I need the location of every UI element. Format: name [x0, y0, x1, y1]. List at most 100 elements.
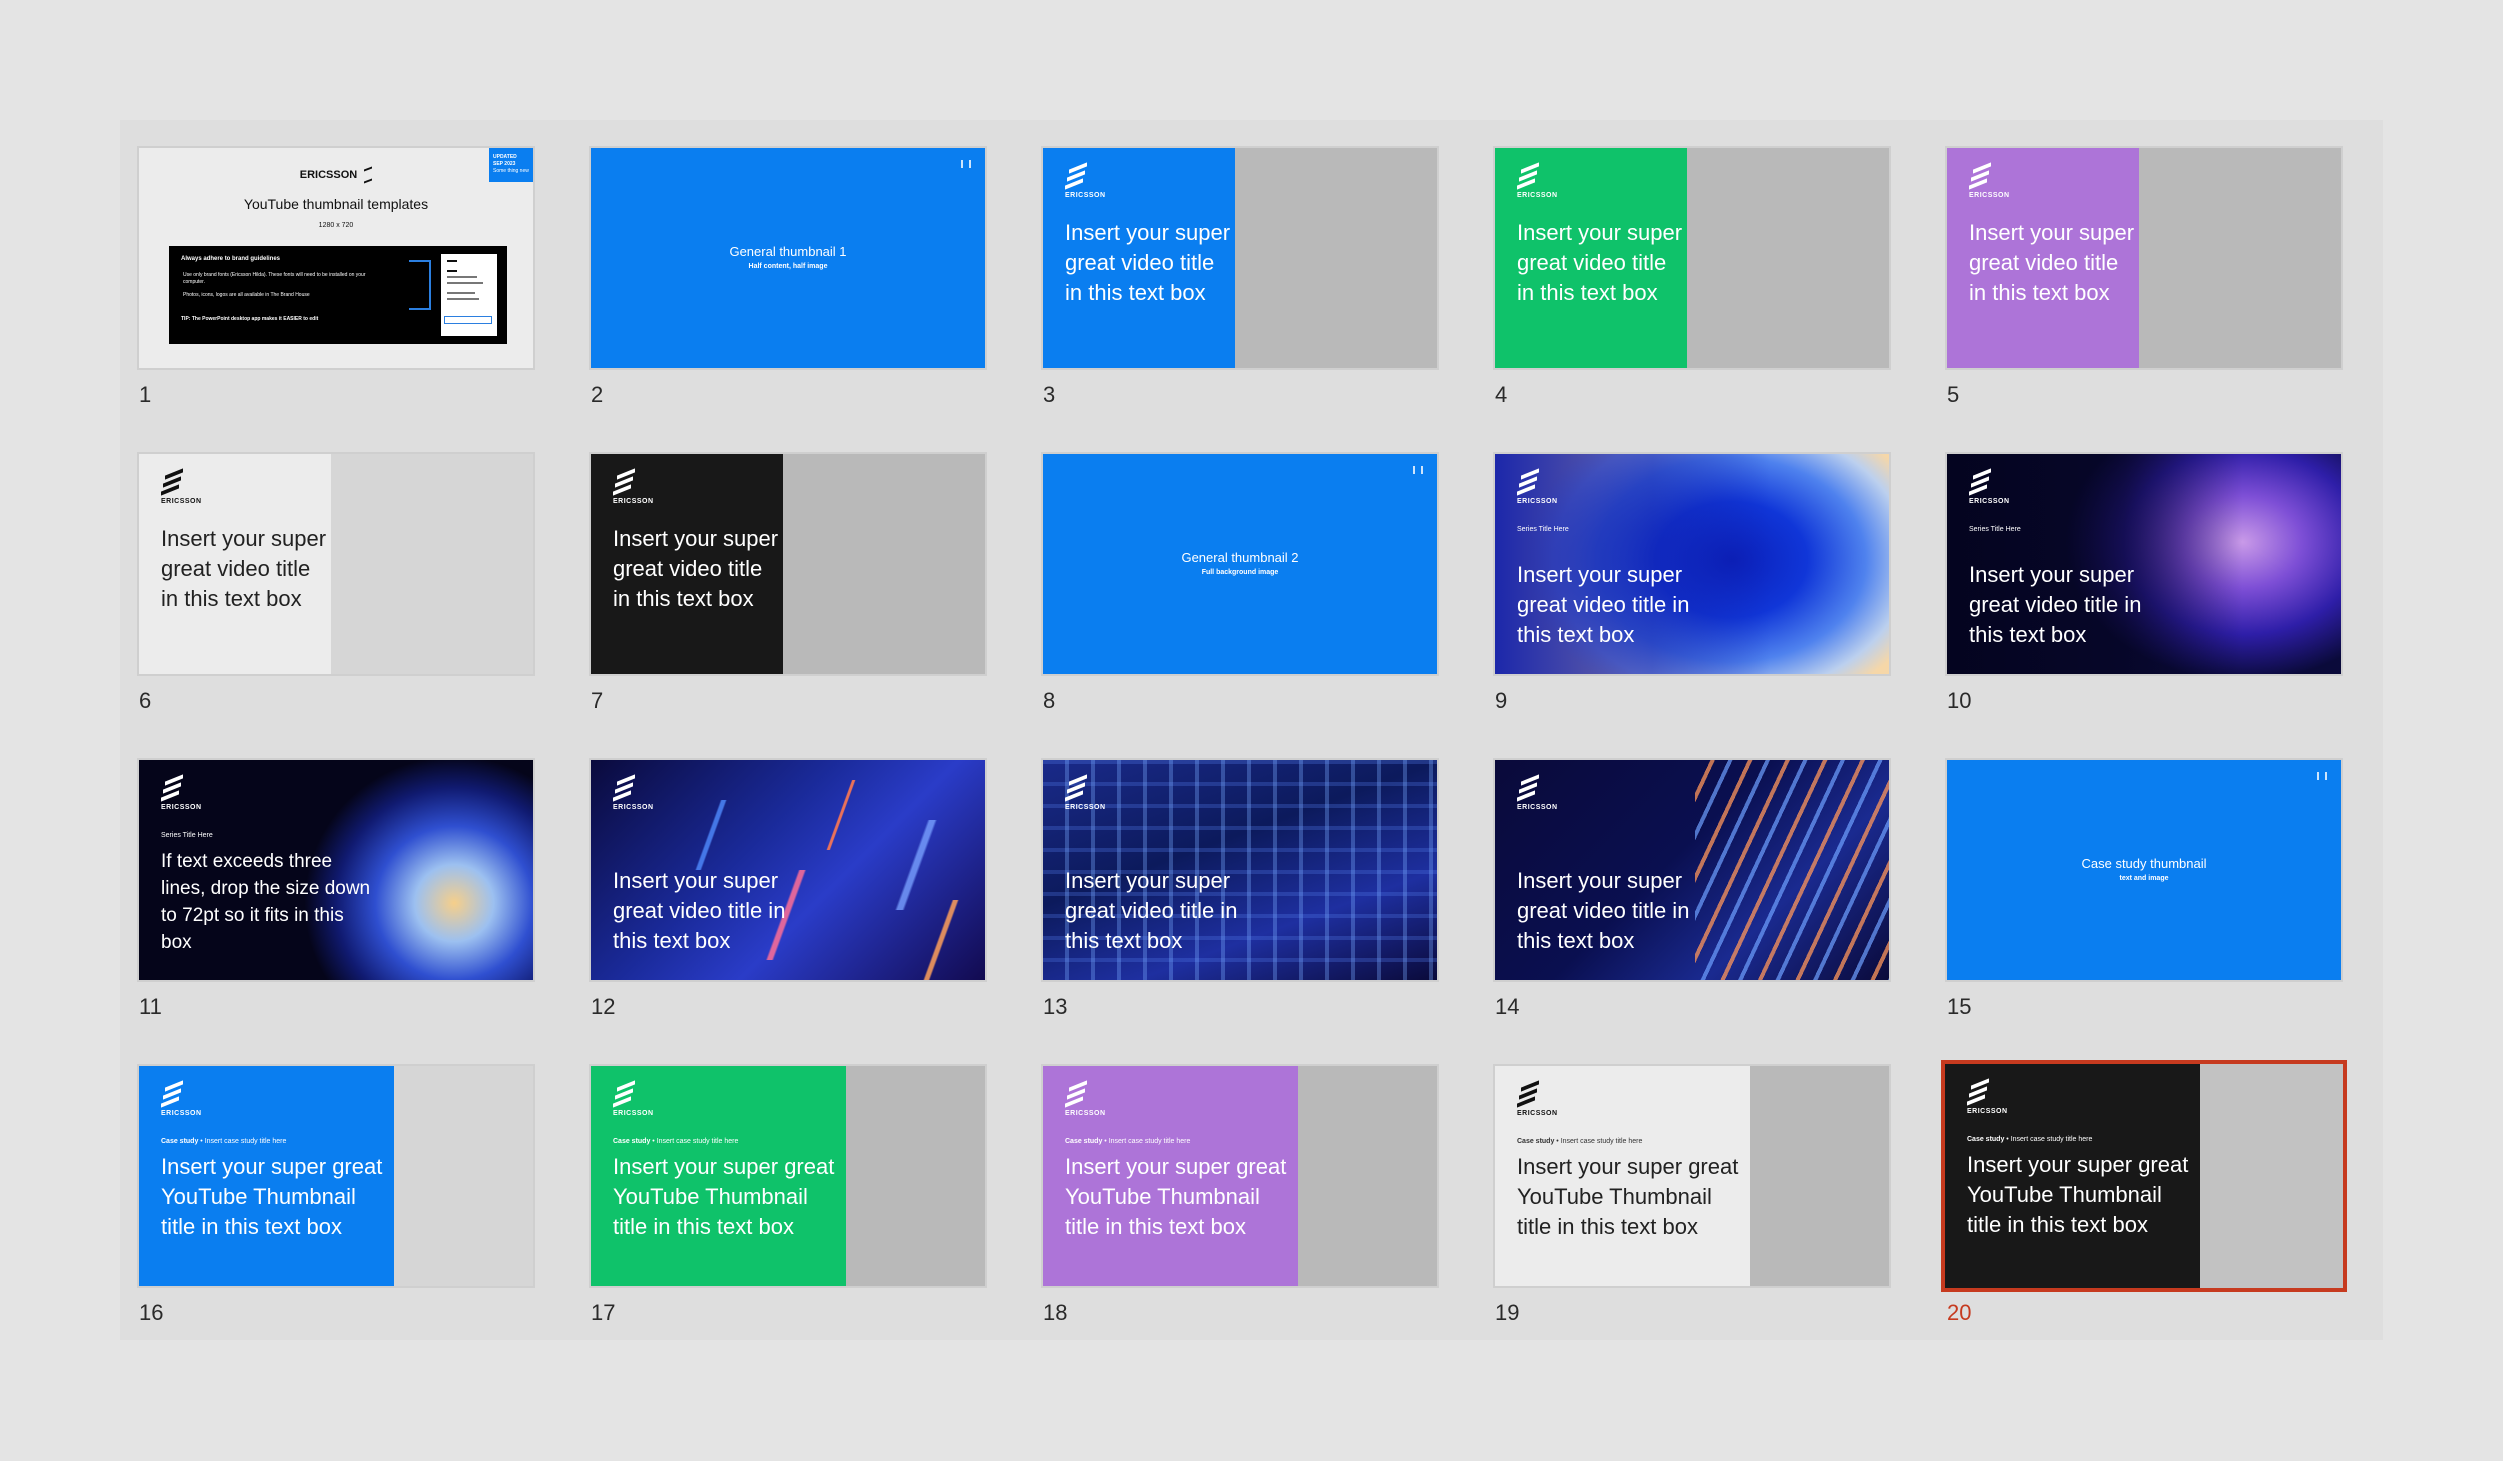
slide-title: Insert your super great YouTube Thumbnai…	[161, 1154, 383, 1239]
text-line	[447, 292, 475, 294]
slide-thumbnail[interactable]: ERICSSON Insert your super great video t…	[1945, 146, 2343, 370]
text-panel: ERICSSON Insert your super great video t…	[139, 454, 331, 674]
slide-thumbnail[interactable]: ERICSSON Case study • Insert case study …	[1493, 1064, 1891, 1288]
ericsson-logo-icon: ERICSSON	[613, 468, 653, 505]
slide-number: 14	[1495, 994, 1520, 1019]
slide-thumbnail[interactable]: ERICSSON Case study • Insert case study …	[1041, 1064, 1439, 1288]
ericsson-logo-icon	[447, 260, 457, 272]
cover-size: 1280 x 720	[318, 222, 354, 229]
ericsson-logo-icon: ERICSSON	[161, 774, 201, 811]
series-title: Series Title Here	[1517, 526, 1569, 533]
ericsson-logo-icon: ERICSSON	[1065, 162, 1105, 199]
ericsson-logo-icon: ERICSSON	[1517, 1080, 1557, 1117]
slide-title: If text exceeds three lines, drop the si…	[161, 851, 371, 953]
case-line: Case study • Insert case study title her…	[1065, 1138, 1191, 1145]
ericsson-logo-icon: ERICSSON	[1065, 774, 1105, 811]
slide-thumbnail[interactable]: ERICSSON Insert your super great video t…	[1493, 758, 1891, 982]
center-title: Case study thumbnail	[2081, 856, 2207, 871]
slide-thumbnail[interactable]: ERICSSON Insert your super great video t…	[1041, 146, 1439, 370]
slide-number: 12	[591, 994, 616, 1019]
slide-thumbnail[interactable]: ERICSSON Series Title Here Insert your s…	[1493, 452, 1891, 676]
slide-thumbnail[interactable]: ERICSSON Series Title Here Insert your s…	[1945, 452, 2343, 676]
slide-title: Insert your super great video title in t…	[613, 868, 786, 953]
slide-sorter: UPDATED SEP 2023 Some thing new ERICSSON…	[120, 120, 2383, 1340]
case-line: Case study • Insert case study title her…	[613, 1138, 739, 1145]
ericsson-logo-icon	[364, 166, 373, 184]
text-panel: ERICSSON Insert your super great video t…	[591, 454, 783, 674]
slide-thumbnail[interactable]: Case study thumbnail text and image	[1945, 758, 2343, 982]
slide-title: Insert your super great video title in t…	[613, 526, 779, 611]
slide-title: Insert your super great video title in t…	[1969, 562, 2142, 647]
corner-mark-icon	[961, 160, 971, 168]
slide-number: 19	[1495, 1300, 1520, 1325]
slide-thumbnail[interactable]: ERICSSON Insert your super great video t…	[1493, 146, 1891, 370]
brand-text: ERICSSON	[299, 168, 358, 181]
slide-number: 11	[139, 994, 162, 1019]
ericsson-logo-icon: ERICSSON	[1517, 162, 1557, 199]
text-panel: ERICSSON Case study • Insert case study …	[1945, 1064, 2200, 1288]
slide-thumbnail[interactable]: General thumbnail 2 Full background imag…	[1041, 452, 1439, 676]
slide-thumbnail[interactable]: ERICSSON Insert your super great video t…	[589, 758, 987, 982]
text-panel: ERICSSON Case study • Insert case study …	[591, 1066, 846, 1286]
case-line: Case study • Insert case study title her…	[1517, 1138, 1643, 1145]
center-title: General thumbnail 2	[1181, 550, 1299, 565]
ericsson-logo-icon: ERICSSON	[161, 1080, 201, 1117]
case-line: Case study • Insert case study title her…	[161, 1138, 287, 1145]
center-title: General thumbnail 1	[729, 244, 847, 259]
series-title: Series Title Here	[1969, 526, 2021, 533]
text-panel: ERICSSON Case study • Insert case study …	[1043, 1066, 1298, 1286]
badge-line: UPDATED	[493, 154, 517, 160]
slide-number: 6	[139, 688, 152, 713]
center-subtitle: Half content, half image	[748, 263, 828, 270]
slide-thumbnail[interactable]: General thumbnail 1 Half content, half i…	[589, 146, 987, 370]
slide-number: 7	[591, 688, 604, 713]
slide-title: Insert your super great video title in t…	[1065, 220, 1231, 305]
highlight-box	[444, 316, 492, 324]
slide-thumbnail[interactable]: ERICSSON Case study • Insert case study …	[137, 1064, 535, 1288]
slide-thumbnail[interactable]: ERICSSON Series Title Here If text excee…	[137, 758, 535, 982]
ericsson-logo-icon: ERICSSON	[161, 468, 201, 505]
center-subtitle: Full background image	[1201, 569, 1279, 576]
text-panel: ERICSSON Insert your super great video t…	[1043, 148, 1235, 368]
slide-number: 13	[1043, 994, 1068, 1019]
case-line: Case study • Insert case study title her…	[1967, 1136, 2093, 1143]
badge-line: SEP 2023	[493, 161, 516, 167]
slide-number: 10	[1947, 688, 1972, 713]
ericsson-logo-icon: ERICSSON	[1969, 468, 2009, 505]
slide-thumbnail[interactable]: ERICSSON Case study • Insert case study …	[1941, 1060, 2347, 1292]
series-title: Series Title Here	[161, 832, 213, 839]
slide-title: Insert your super great YouTube Thumbnai…	[1967, 1152, 2189, 1237]
slide-thumbnail[interactable]: ERICSSON Case study • Insert case study …	[589, 1064, 987, 1288]
slide-number: 17	[591, 1300, 616, 1325]
cover-title: YouTube thumbnail templates	[243, 196, 429, 212]
cover-brand: ERICSSON	[139, 166, 533, 184]
ericsson-logo-icon: ERICSSON	[613, 774, 653, 811]
slide-title: Insert your super great YouTube Thumbnai…	[1517, 1154, 1739, 1239]
slide-thumbnail[interactable]: ERICSSON Insert your super great video t…	[1041, 758, 1439, 982]
ericsson-logo-icon: ERICSSON	[1517, 468, 1557, 505]
text-panel: ERICSSON Insert your super great video t…	[1495, 148, 1687, 368]
guidelines-box: Always adhere to brand guidelines Use on…	[169, 246, 507, 344]
slide-title: Insert your super great YouTube Thumbnai…	[613, 1154, 835, 1239]
corner-mark-icon	[1413, 466, 1423, 474]
slide-title: Insert your super great video title in t…	[1517, 220, 1683, 305]
slide-title: Insert your super great video title in t…	[161, 526, 327, 611]
slide-number: 9	[1495, 688, 1508, 713]
slide-thumbnail[interactable]: UPDATED SEP 2023 Some thing new ERICSSON…	[137, 146, 535, 370]
center-subtitle: text and image	[2119, 875, 2169, 882]
slide-title: Insert your super great video title in t…	[1517, 562, 1690, 647]
slide-number: 3	[1043, 382, 1056, 407]
slide-thumbnail[interactable]: ERICSSON Insert your super great video t…	[137, 452, 535, 676]
text-panel: ERICSSON Case study • Insert case study …	[139, 1066, 394, 1286]
bullet: Use only brand fonts (Ericsson Hilda). T…	[183, 272, 366, 285]
text-line	[447, 276, 477, 278]
ericsson-logo-icon: ERICSSON	[1967, 1078, 2007, 1115]
bullet: Photos, icons, logos are all available i…	[183, 292, 310, 298]
slide-thumbnail[interactable]: ERICSSON Insert your super great video t…	[589, 452, 987, 676]
slide-number: 4	[1495, 382, 1508, 407]
slide-number: 15	[1947, 994, 1972, 1019]
slide-title: Insert your super great YouTube Thumbnai…	[1065, 1154, 1287, 1239]
slide-number: 8	[1043, 688, 1056, 713]
guidelines-tip: TIP: The PowerPoint desktop app makes it…	[181, 316, 319, 322]
corner-mark-icon	[2317, 772, 2327, 780]
